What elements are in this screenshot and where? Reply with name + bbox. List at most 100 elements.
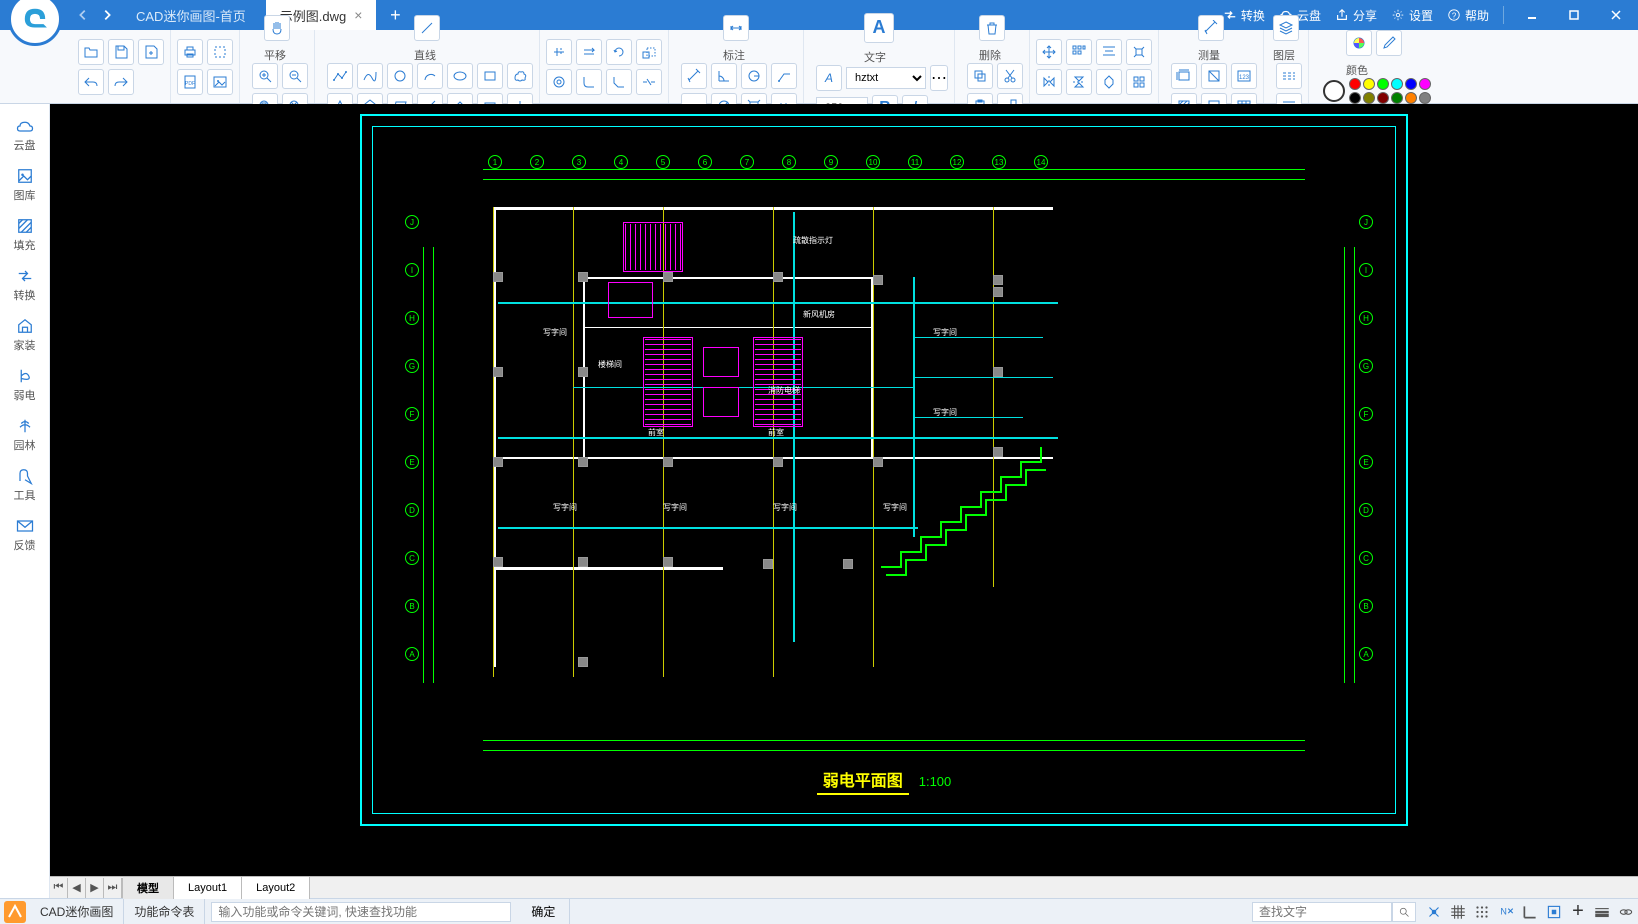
- statusbar-appname[interactable]: CAD迷你画图: [30, 899, 124, 924]
- rotate-button[interactable]: [606, 39, 632, 65]
- color-swatch[interactable]: [1349, 92, 1361, 104]
- stretch-button[interactable]: [1096, 69, 1122, 95]
- share-button[interactable]: 分享: [1335, 7, 1377, 24]
- cut-button[interactable]: [997, 63, 1023, 89]
- leader-button[interactable]: [771, 63, 797, 89]
- measure-dist-button[interactable]: [1198, 15, 1224, 41]
- color-swatch[interactable]: [1405, 78, 1417, 90]
- find-text-button[interactable]: [1392, 902, 1416, 922]
- polyline-button[interactable]: [327, 63, 353, 89]
- measure-rect-button[interactable]: [1171, 63, 1197, 89]
- find-text-input[interactable]: [1252, 902, 1392, 922]
- align-button[interactable]: [1096, 39, 1122, 65]
- polar-toggle[interactable]: [1518, 900, 1542, 924]
- dim-angular-button[interactable]: [711, 63, 737, 89]
- font-style-button[interactable]: A: [816, 65, 842, 91]
- snap-toggle[interactable]: [1422, 900, 1446, 924]
- color-swatch[interactable]: [1391, 78, 1403, 90]
- grid-toggle[interactable]: [1446, 900, 1470, 924]
- tab-prev-icon[interactable]: ◀: [68, 878, 86, 898]
- mirror-v-button[interactable]: [1066, 69, 1092, 95]
- drawing-canvas[interactable]: 1234567891011121314 ABCDEFGHIJ ABCDEFGHI…: [50, 104, 1638, 876]
- move-button[interactable]: [1036, 39, 1062, 65]
- undo-button[interactable]: [78, 69, 104, 95]
- measure-id-button[interactable]: 123: [1231, 63, 1257, 89]
- color-swatch[interactable]: [1349, 78, 1361, 90]
- scale-button[interactable]: [636, 39, 662, 65]
- circle-button[interactable]: [387, 63, 413, 89]
- print-button[interactable]: [177, 39, 203, 65]
- explode-button[interactable]: [1126, 39, 1152, 65]
- nav-forward-icon[interactable]: [98, 6, 116, 24]
- model-tab-layout1[interactable]: Layout1: [174, 877, 242, 899]
- tab-first-icon[interactable]: ⏮: [50, 878, 68, 898]
- tab-next-icon[interactable]: ▶: [86, 878, 104, 898]
- fillet-button[interactable]: [576, 69, 602, 95]
- rect-button[interactable]: [477, 63, 503, 89]
- zoom-out-button[interactable]: [282, 63, 308, 89]
- delete-button[interactable]: [979, 15, 1005, 41]
- model-tab-layout2[interactable]: Layout2: [242, 877, 310, 899]
- sidebar-item-8[interactable]: 反馈: [3, 510, 47, 558]
- color-swatch[interactable]: [1363, 92, 1375, 104]
- array-button[interactable]: [1066, 39, 1092, 65]
- cloud-rev-button[interactable]: [507, 63, 533, 89]
- maximize-button[interactable]: [1560, 4, 1588, 26]
- lineweight-toggle[interactable]: [1590, 900, 1614, 924]
- color-swatch[interactable]: [1377, 78, 1389, 90]
- color-swatch[interactable]: [1419, 78, 1431, 90]
- command-input[interactable]: [211, 902, 511, 922]
- sidebar-item-6[interactable]: 园林: [3, 410, 47, 458]
- spline-button[interactable]: [357, 63, 383, 89]
- sidebar-item-4[interactable]: 家装: [3, 310, 47, 358]
- zoom-in-button[interactable]: [252, 63, 278, 89]
- nav-back-icon[interactable]: [74, 6, 92, 24]
- ortho-toggle[interactable]: N: [1494, 900, 1518, 924]
- tab-add-button[interactable]: +: [382, 5, 408, 26]
- dim-linear-button[interactable]: [723, 15, 749, 41]
- help-button[interactable]: ?帮助: [1447, 7, 1489, 24]
- model-tab-model[interactable]: 模型: [123, 877, 174, 899]
- command-ok-button[interactable]: 确定: [517, 899, 570, 924]
- line-button[interactable]: [414, 15, 440, 41]
- settings-button[interactable]: 设置: [1391, 7, 1433, 24]
- mirror-h-button[interactable]: [1036, 69, 1062, 95]
- layer-button[interactable]: [1273, 15, 1299, 41]
- export-pdf-button[interactable]: PDF: [177, 69, 203, 95]
- color-swatch[interactable]: [1419, 92, 1431, 104]
- tab-last-icon[interactable]: ⏭: [104, 878, 122, 898]
- break-button[interactable]: [636, 69, 662, 95]
- tab-home[interactable]: CAD迷你画图-首页: [122, 0, 260, 30]
- dim-aligned-button[interactable]: [681, 63, 707, 89]
- sidebar-item-2[interactable]: 填充: [3, 210, 47, 258]
- sidebar-item-5[interactable]: 弱电: [3, 360, 47, 408]
- dim-radius-button[interactable]: [741, 63, 767, 89]
- open-button[interactable]: [78, 39, 104, 65]
- export-image-button[interactable]: [207, 69, 233, 95]
- measure-area-button[interactable]: [1201, 63, 1227, 89]
- ellipse-button[interactable]: [447, 63, 473, 89]
- color-swatch[interactable]: [1405, 92, 1417, 104]
- minimize-button[interactable]: [1518, 4, 1546, 26]
- color-swatch[interactable]: [1391, 92, 1403, 104]
- sidebar-item-3[interactable]: 转换: [3, 260, 47, 308]
- font-more-button[interactable]: ⋯: [930, 65, 948, 91]
- arc-button[interactable]: [417, 63, 443, 89]
- font-name-select[interactable]: hztxt: [846, 67, 926, 89]
- color-swatch[interactable]: [1377, 92, 1389, 104]
- close-button[interactable]: [1602, 4, 1630, 26]
- eyedropper-button[interactable]: [1376, 30, 1402, 56]
- print-area-button[interactable]: [207, 39, 233, 65]
- saveas-button[interactable]: [138, 39, 164, 65]
- copy-button[interactable]: [967, 63, 993, 89]
- statusbar-cmdtable[interactable]: 功能命令表: [124, 899, 205, 924]
- tab-close-icon[interactable]: ×: [354, 7, 362, 23]
- color-wheel-button[interactable]: [1346, 30, 1372, 56]
- linetype-button[interactable]: [1276, 63, 1302, 89]
- text-button[interactable]: A: [864, 13, 894, 43]
- color-swatch[interactable]: [1363, 78, 1375, 90]
- extend-button[interactable]: [576, 39, 602, 65]
- sidebar-item-0[interactable]: 云盘: [3, 110, 47, 158]
- current-color-swatch[interactable]: [1323, 80, 1345, 102]
- chamfer-button[interactable]: [606, 69, 632, 95]
